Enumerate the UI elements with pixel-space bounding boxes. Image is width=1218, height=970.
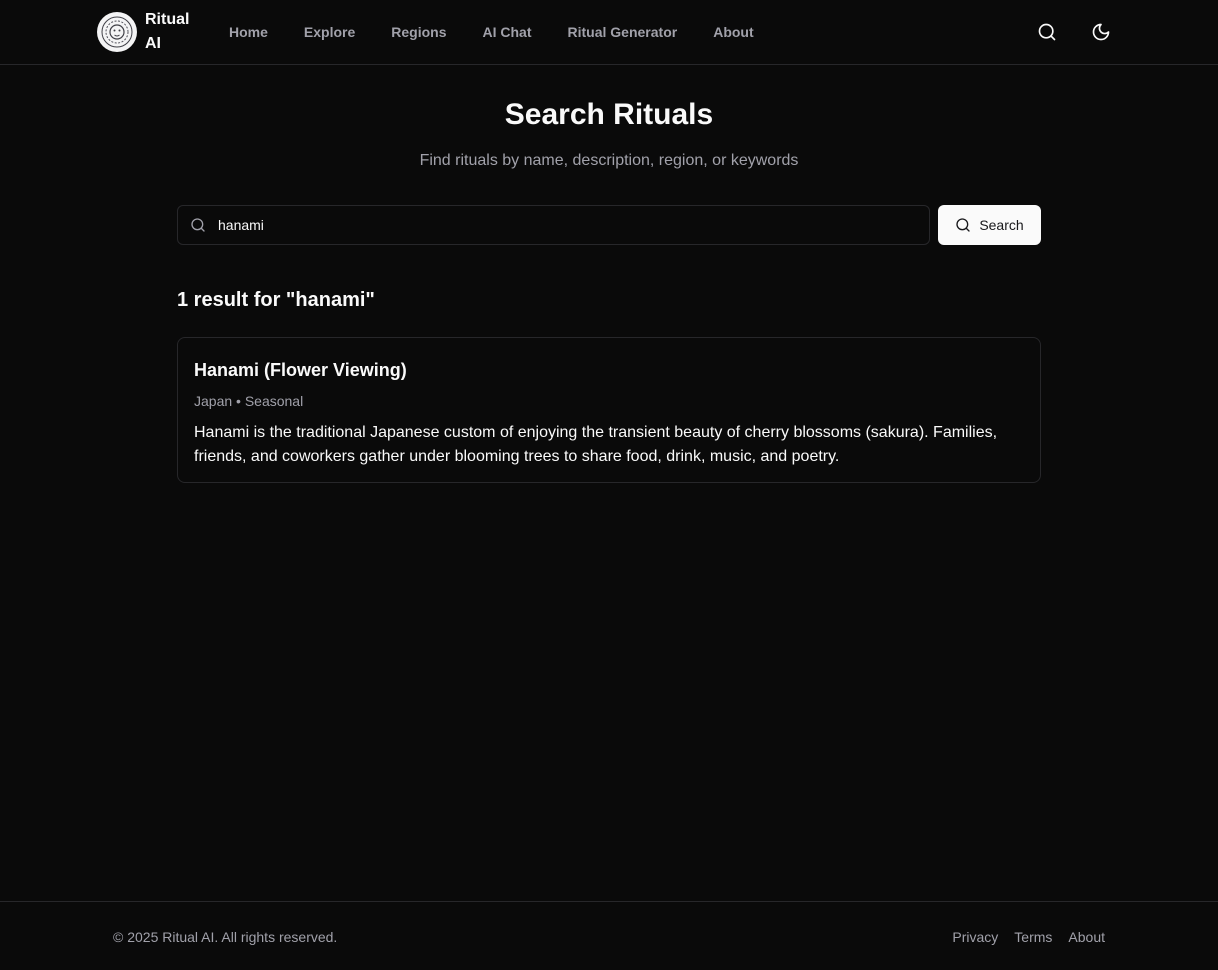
result-description: Hanami is the traditional Japanese custo… (194, 424, 998, 465)
main-nav: Home Explore Regions AI Chat Ritual Gene… (211, 20, 772, 44)
footer: © 2025 Ritual AI. All rights reserved. P… (0, 901, 1218, 970)
moon-icon (1092, 23, 1110, 41)
nav-link-explore[interactable]: Explore (286, 20, 373, 44)
search-icon (1038, 23, 1056, 41)
search-icon (191, 218, 205, 232)
header-search-button[interactable] (1029, 14, 1065, 50)
page-title: Search Rituals (504, 98, 714, 131)
result-title: Hanami (Flower Viewing) (194, 360, 407, 380)
nav-link-ritual-generator[interactable]: Ritual Generator (550, 20, 696, 44)
brand-name: Ritual AI (145, 11, 190, 52)
copyright-text: © 2025 Ritual AI. All rights reserved. (113, 929, 338, 945)
theme-toggle-button[interactable] (1083, 14, 1119, 50)
brand-link[interactable]: Ritual AI (97, 11, 195, 52)
nav-link-about[interactable]: About (695, 20, 771, 44)
top-navbar: Ritual AI Home Explore Regions AI Chat R… (0, 0, 1218, 65)
results-heading: 1 result for "hanami" (177, 289, 375, 311)
footer-link-about[interactable]: About (1068, 927, 1105, 947)
lion-logo-icon (97, 12, 137, 52)
footer-link-terms[interactable]: Terms (1014, 927, 1052, 947)
search-button-label: Search (979, 217, 1024, 233)
footer-link-privacy[interactable]: Privacy (952, 927, 998, 947)
nav-link-home[interactable]: Home (211, 20, 286, 44)
nav-link-regions[interactable]: Regions (373, 20, 464, 44)
nav-link-ai-chat[interactable]: AI Chat (465, 20, 550, 44)
footer-links: Privacy Terms About (952, 927, 1105, 947)
result-card[interactable]: Hanami (Flower Viewing) Japan • Seasonal… (177, 337, 1041, 483)
search-input[interactable] (218, 206, 918, 244)
search-field (177, 205, 930, 245)
search-icon (956, 218, 970, 232)
result-meta: Japan • Seasonal (194, 393, 304, 409)
search-button[interactable]: Search (938, 205, 1041, 245)
page-subtitle: Find rituals by name, description, regio… (419, 152, 799, 169)
